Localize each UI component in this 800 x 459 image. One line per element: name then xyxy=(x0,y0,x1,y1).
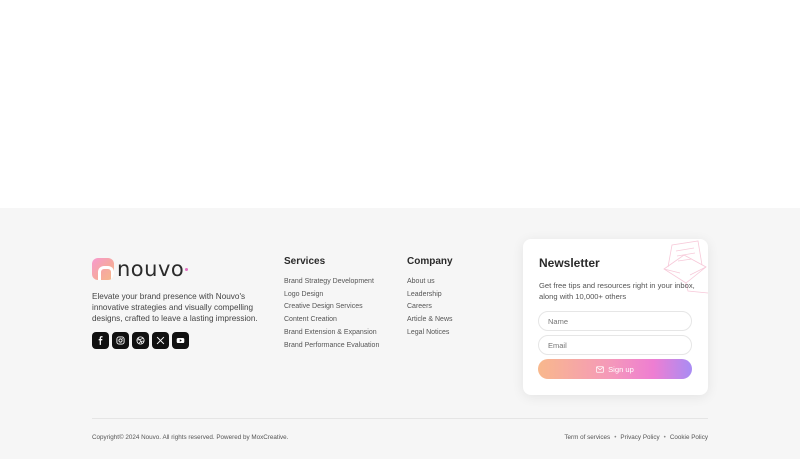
instagram-icon[interactable] xyxy=(112,332,129,349)
mail-icon xyxy=(596,365,604,373)
name-input[interactable] xyxy=(538,311,692,331)
sign-up-button[interactable]: Sign up xyxy=(538,359,692,379)
services-list: Brand Strategy Development Logo Design C… xyxy=(284,276,379,352)
services-link[interactable]: Brand Performance Evaluation xyxy=(284,340,379,353)
link-separator: • xyxy=(663,434,666,441)
privacy-policy-link[interactable]: Privacy Policy xyxy=(620,434,659,441)
footer-divider xyxy=(92,418,708,419)
nouvo-logo[interactable]: nouvo xyxy=(92,257,189,281)
services-link[interactable]: Content Creation xyxy=(284,314,379,327)
company-link[interactable]: Careers xyxy=(407,301,453,314)
page-content-area xyxy=(0,0,800,208)
company-link[interactable]: Leadership xyxy=(407,289,453,302)
brand-description: Elevate your brand presence with Nouvo's… xyxy=(92,292,258,323)
services-link[interactable]: Creative Design Services xyxy=(284,301,379,314)
social-links xyxy=(92,332,189,349)
terms-of-service-link[interactable]: Term of services xyxy=(564,434,610,441)
services-link[interactable]: Brand Strategy Development xyxy=(284,276,379,289)
logo-accent-dot xyxy=(185,267,189,271)
site-footer: nouvo Elevate your brand presence with N… xyxy=(0,208,800,459)
sign-up-label: Sign up xyxy=(608,364,634,374)
email-input[interactable] xyxy=(538,335,692,355)
logo-wordmark: nouvo xyxy=(117,257,185,281)
services-heading: Services xyxy=(284,256,326,267)
company-link[interactable]: Article & News xyxy=(407,314,453,327)
company-link[interactable]: Legal Notices xyxy=(407,327,453,340)
company-link[interactable]: About us xyxy=(407,276,453,289)
link-separator: • xyxy=(614,434,617,441)
dribbble-icon[interactable] xyxy=(132,332,149,349)
services-link[interactable]: Brand Extension & Expansion xyxy=(284,327,379,340)
company-list: About us Leadership Careers Article & Ne… xyxy=(407,276,453,340)
youtube-icon[interactable] xyxy=(172,332,189,349)
copyright-text: Copyright© 2024 Nouvo. All rights reserv… xyxy=(92,434,289,441)
services-link[interactable]: Logo Design xyxy=(284,289,379,302)
facebook-icon[interactable] xyxy=(92,332,109,349)
legal-links: Term of services • Privacy Policy • Cook… xyxy=(564,434,708,441)
cookie-policy-link[interactable]: Cookie Policy xyxy=(670,434,708,441)
newsletter-description: Get free tips and resources right in you… xyxy=(539,281,695,301)
x-icon[interactable] xyxy=(152,332,169,349)
newsletter-title: Newsletter xyxy=(539,256,600,270)
newsletter-card: Newsletter Get free tips and resources r… xyxy=(523,239,708,395)
company-heading: Company xyxy=(407,256,453,267)
logo-mark-icon xyxy=(92,258,114,280)
